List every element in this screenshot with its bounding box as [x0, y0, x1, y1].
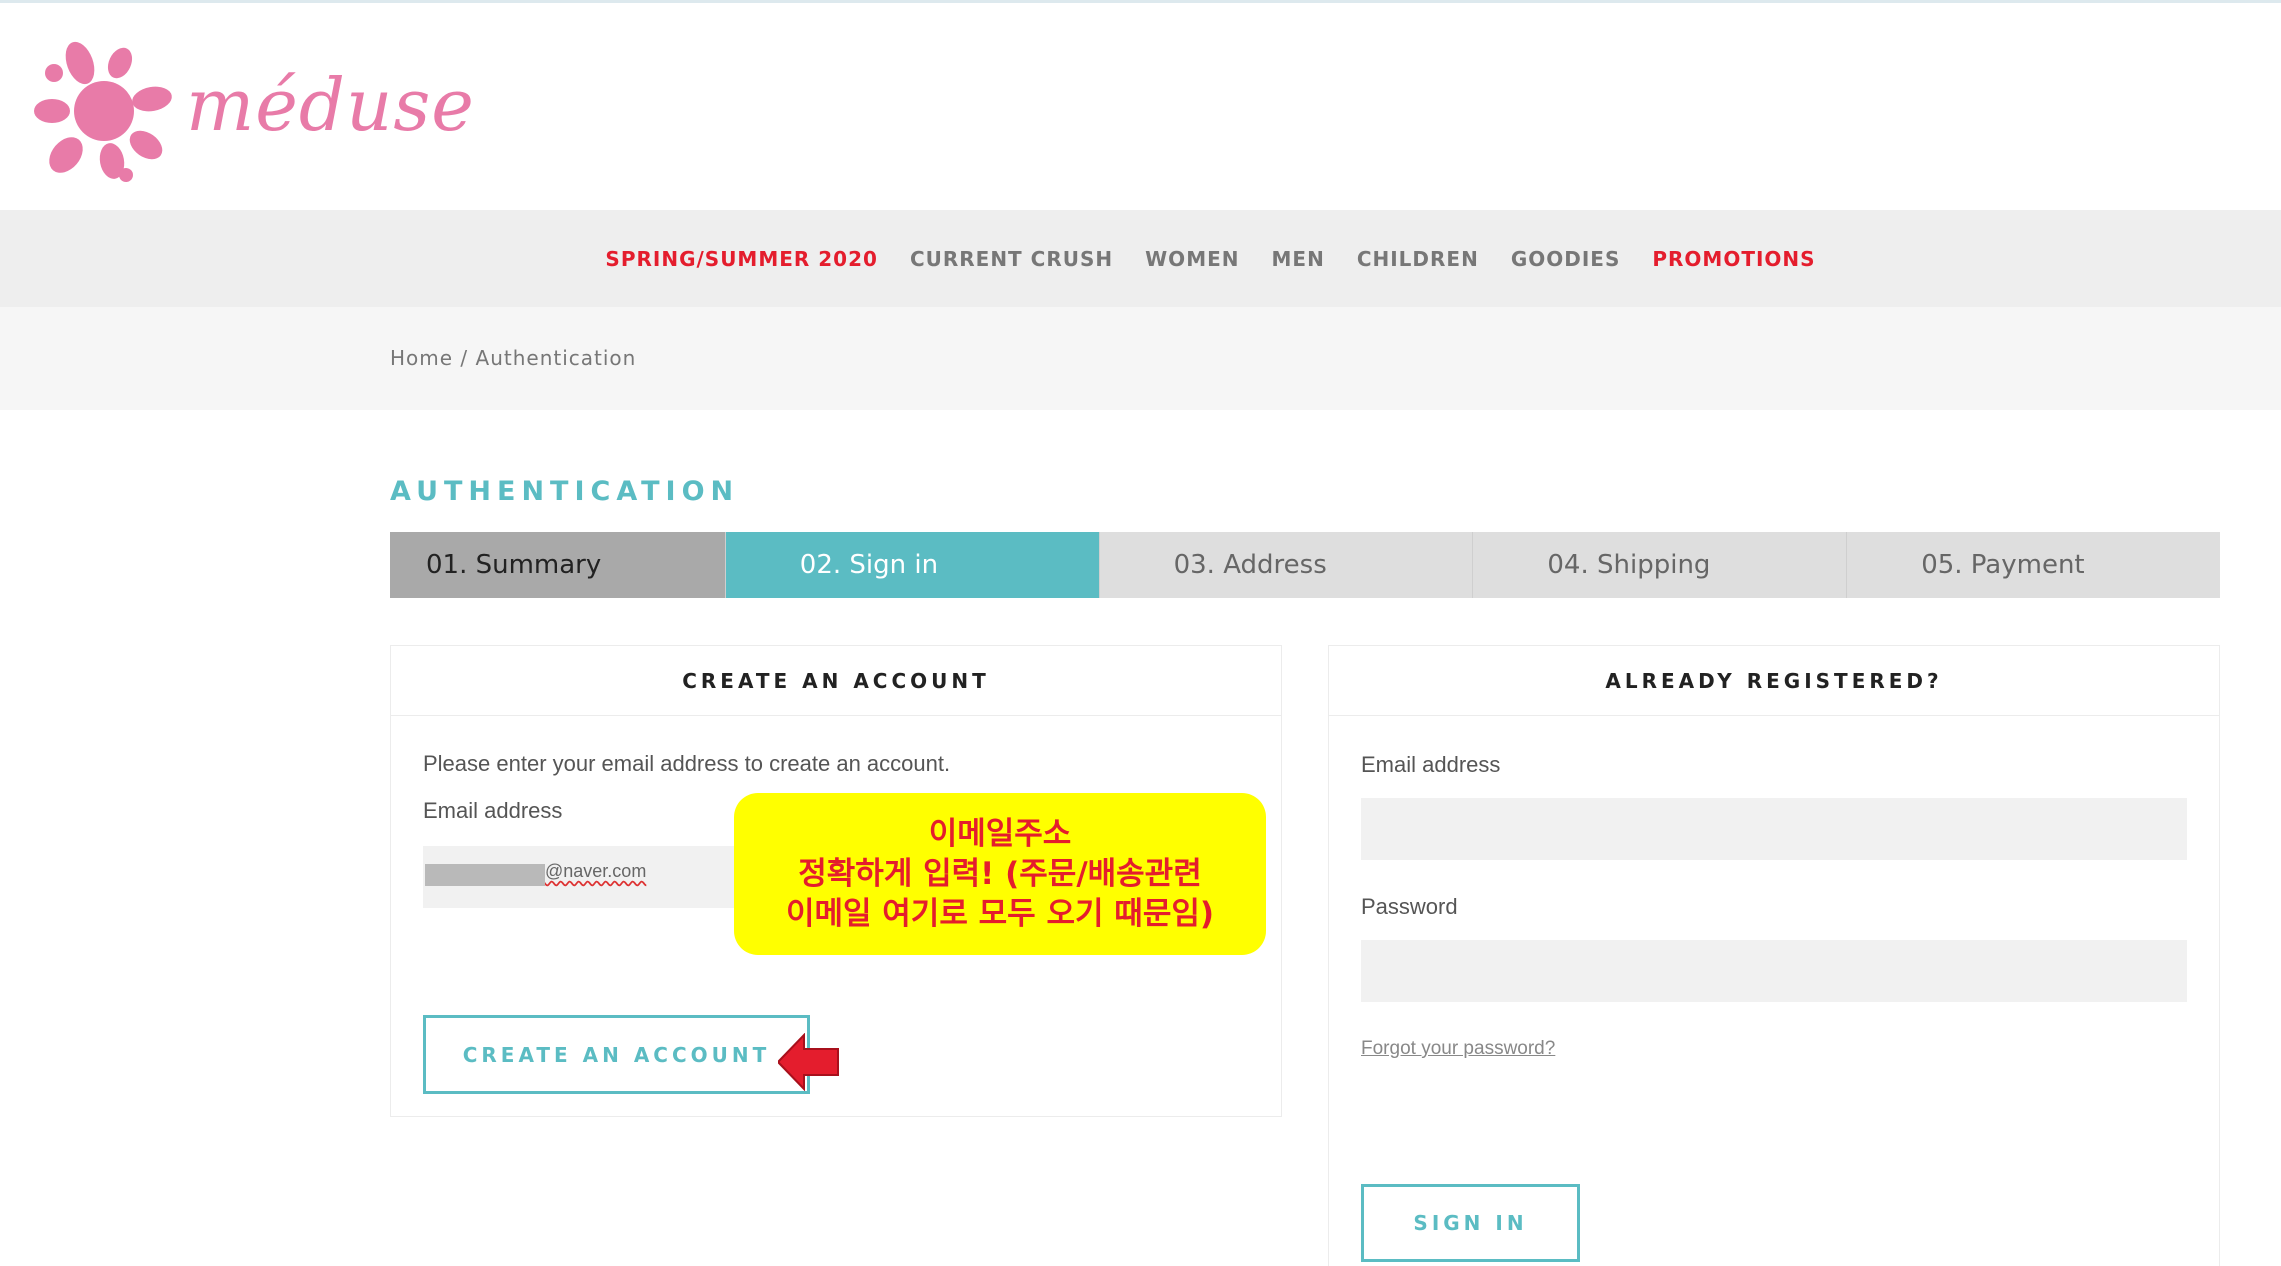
step-address: 03. Address — [1099, 532, 1474, 598]
login-heading: ALREADY REGISTERED? — [1329, 646, 2219, 716]
nav-item-goodies[interactable]: GOODIES — [1511, 247, 1621, 271]
breadcrumb-bar — [0, 307, 2281, 410]
brand-name: méduse — [186, 63, 475, 147]
nav-item-current-crush[interactable]: CURRENT CRUSH — [910, 247, 1113, 271]
checkout-steps: 01. Summary 02. Sign in 03. Address 04. … — [390, 532, 2220, 598]
nav-item-promotions[interactable]: PROMOTIONS — [1652, 247, 1815, 271]
step-summary[interactable]: 01. Summary — [390, 532, 726, 598]
brand-logo[interactable]: méduse — [34, 34, 475, 184]
breadcrumb: Home / Authentication — [390, 346, 636, 370]
create-email-value: @naver.com — [545, 861, 647, 881]
step-payment: 05. Payment — [1847, 532, 2220, 598]
top-border — [0, 0, 2281, 3]
annotation-line: 정확하게 입력! (주문/배송관련 — [798, 856, 1202, 892]
breadcrumb-separator: / — [453, 346, 476, 370]
create-account-heading: CREATE AN ACCOUNT — [391, 646, 1281, 716]
step-shipping: 04. Shipping — [1473, 532, 1848, 598]
sign-in-button[interactable]: SIGN IN — [1361, 1184, 1580, 1262]
breadcrumb-home[interactable]: Home — [390, 346, 453, 370]
annotation-line: 이메일주소 — [928, 816, 1072, 852]
create-account-intro: Please enter your email address to creat… — [423, 751, 951, 776]
login-email-label: Email address — [1361, 752, 1501, 777]
red-arrow-icon — [778, 1033, 839, 1091]
login-email-input[interactable] — [1361, 798, 2187, 860]
nav-item-women[interactable]: WOMEN — [1145, 247, 1239, 271]
annotation-callout: 이메일주소 정확하게 입력! (주문/배송관련 이메일 여기로 모두 오기 때문… — [734, 793, 1266, 955]
main-nav: SPRING/SUMMER 2020 CURRENT CRUSH WOMEN M… — [0, 210, 2281, 307]
create-email-label: Email address — [423, 798, 563, 823]
login-panel: ALREADY REGISTERED? Email address Passwo… — [1328, 645, 2220, 1266]
page-title: AUTHENTICATION — [390, 476, 740, 507]
login-password-label: Password — [1361, 894, 1458, 919]
nav-item-children[interactable]: CHILDREN — [1357, 247, 1479, 271]
breadcrumb-current: Authentication — [475, 346, 637, 370]
nav-item-spring-summer[interactable]: SPRING/SUMMER 2020 — [605, 247, 878, 271]
masked-email-portion — [425, 864, 545, 886]
step-sign-in: 02. Sign in — [725, 532, 1100, 598]
login-password-input[interactable] — [1361, 940, 2187, 1002]
nav-item-men[interactable]: MEN — [1272, 247, 1325, 271]
splash-logo-icon — [34, 41, 172, 182]
create-account-button[interactable]: CREATE AN ACCOUNT — [423, 1015, 810, 1094]
annotation-line: 이메일 여기로 모두 오기 때문임) — [785, 896, 1215, 932]
forgot-password-link[interactable]: Forgot your password? — [1361, 1038, 1555, 1060]
